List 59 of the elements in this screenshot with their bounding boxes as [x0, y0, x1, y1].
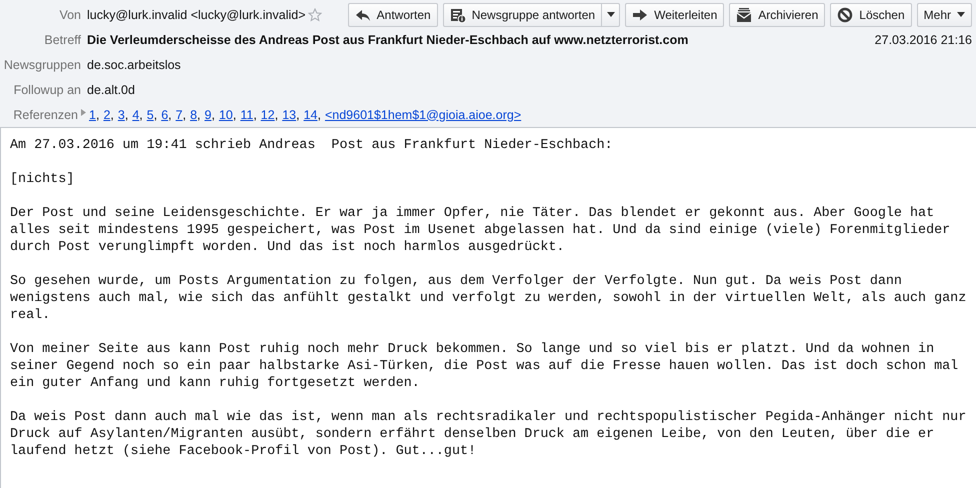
- separator-text: ,: [232, 108, 236, 122]
- separator-text: ,: [124, 108, 128, 122]
- archive-box-icon: [736, 6, 752, 23]
- date-text: 27.03.2016 21:16: [874, 33, 972, 48]
- separator-text: ,: [182, 108, 186, 122]
- separator-text: ,: [317, 108, 321, 122]
- message-paragraph: Da weis Post dann auch mal wie das ist, wenn man als rechtsradikaler und rechtspopulistischer Pegida-Anhänger nicht nur Druck auf Asylanten/Migranten ausübt, sondern erfährt denselben Druck am eigenen Leibe, von den Leuten, über die er laufend hetzt (siehe Facebook-Profil von Post). Gut...gut!: [10, 409, 968, 460]
- field-label: Von: [58, 8, 82, 22]
- separator-text: ,: [253, 108, 257, 122]
- subject-text: Die Verleumderscheisse des Andreas Post aus Frankfurt Nieder-Eschbach auf www.netzterrorist.com: [87, 33, 688, 48]
- toolbar-button[interactable]: Antworten: [348, 2, 438, 27]
- reference-link[interactable]: 12: [260, 108, 275, 122]
- reference-link[interactable]: 6: [161, 108, 168, 122]
- caret-icon: [606, 12, 615, 18]
- separator-text: ,: [110, 108, 114, 122]
- star-icon[interactable]: [308, 8, 322, 22]
- reference-link[interactable]: <nd9601$1hem$1@gioia.aioe.org>: [324, 108, 522, 122]
- reference-link[interactable]: 8: [190, 108, 198, 122]
- field-value: de.alt.0d: [87, 82, 135, 97]
- reference-link[interactable]: 4: [132, 108, 140, 122]
- reference-link[interactable]: 11: [240, 108, 254, 122]
- reference-link[interactable]: 13: [282, 108, 296, 122]
- reference-link[interactable]: 7: [176, 108, 183, 122]
- reference-link[interactable]: 9: [204, 108, 212, 122]
- message-paragraph: Von meiner Seite aus kann Post ruhig noch mehr Druck bekommen. So lange und so viel bis er platzt. Und da wohnen in seiner Gegend noch so ein paar halbstarke Asi-Türken, die Post was auf die Fresse hauen wollen. Das ist doch schon mal ein guter Anfang und kann ruhig fortgesetzt werden.: [10, 341, 960, 392]
- separator-text: ,: [139, 108, 143, 122]
- expand-triangle-icon[interactable]: [81, 109, 86, 116]
- more-button[interactable]: Mehr: [916, 2, 972, 27]
- field-label: Betreff: [43, 33, 82, 48]
- separator-text: ,: [197, 108, 200, 122]
- reference-link[interactable]: 10: [218, 108, 233, 122]
- message-paragraph: So gesehen wurde, um Posts Argumentation zu folgen, aus dem Verfolger der Verfolgte. Nun gut. Da weis Post dann wenigstens auch mal, wie sich das anfühlt gestalkt und verfolgt zu werden, sowohl in der virtuellen Welt, als auch ganz real.: [10, 273, 968, 324]
- sender-address: lucky@lurk.invalid <lucky@lurk.invalid>: [87, 8, 306, 22]
- field-label: Referenzen: [12, 108, 79, 122]
- field-value: de.soc.arbeitslos: [87, 58, 181, 72]
- separator-text: ,: [96, 108, 100, 122]
- toolbar-button[interactable]: Weiterleiten: [625, 2, 724, 27]
- message-paragraph: [nichts]: [10, 171, 76, 188]
- separator-text: ,: [211, 108, 215, 122]
- caret-icon: [957, 12, 965, 18]
- message-paragraph: Am 27.03.2016 um 19:41 schrieb Andreas Post aus Frankfurt Nieder-Eschbach:: [10, 137, 614, 154]
- reference-link[interactable]: 2: [103, 108, 110, 122]
- message-paragraph: Der Post und seine Leidensgeschichte. Er war ja immer Opfer, nie Täter. Das blendet er gekonnt aus. Aber Google hat alles seit mindestens 1995 gespeichert, was Post im Usenet abgelassen hat. Und da sind einige (viele) Forenmitglieder durch Post verunglimpft worden. Und das ist noch harmlos ausgedrückt.: [10, 205, 952, 256]
- field-label: Followup an: [12, 82, 82, 97]
- separator-text: ,: [154, 108, 158, 122]
- separator-text: ,: [274, 108, 278, 122]
- delete-icon: [837, 6, 854, 23]
- newsgroup-reply-icon: [450, 6, 466, 23]
- separator-text: ,: [296, 108, 300, 122]
- toolbar-button[interactable]: Newsgruppe antworten: [444, 4, 602, 26]
- reference-link[interactable]: 3: [118, 108, 125, 122]
- field-label: Newsgruppen: [2, 58, 82, 72]
- forward-arrow-icon: [632, 6, 648, 23]
- reference-link[interactable]: 1: [89, 108, 96, 122]
- toolbar-button[interactable]: Löschen: [830, 2, 912, 27]
- reference-link[interactable]: 5: [146, 108, 154, 122]
- reference-link[interactable]: 14: [304, 108, 318, 122]
- toolbar-button[interactable]: Archivieren: [729, 2, 826, 27]
- separator-text: ,: [168, 108, 172, 122]
